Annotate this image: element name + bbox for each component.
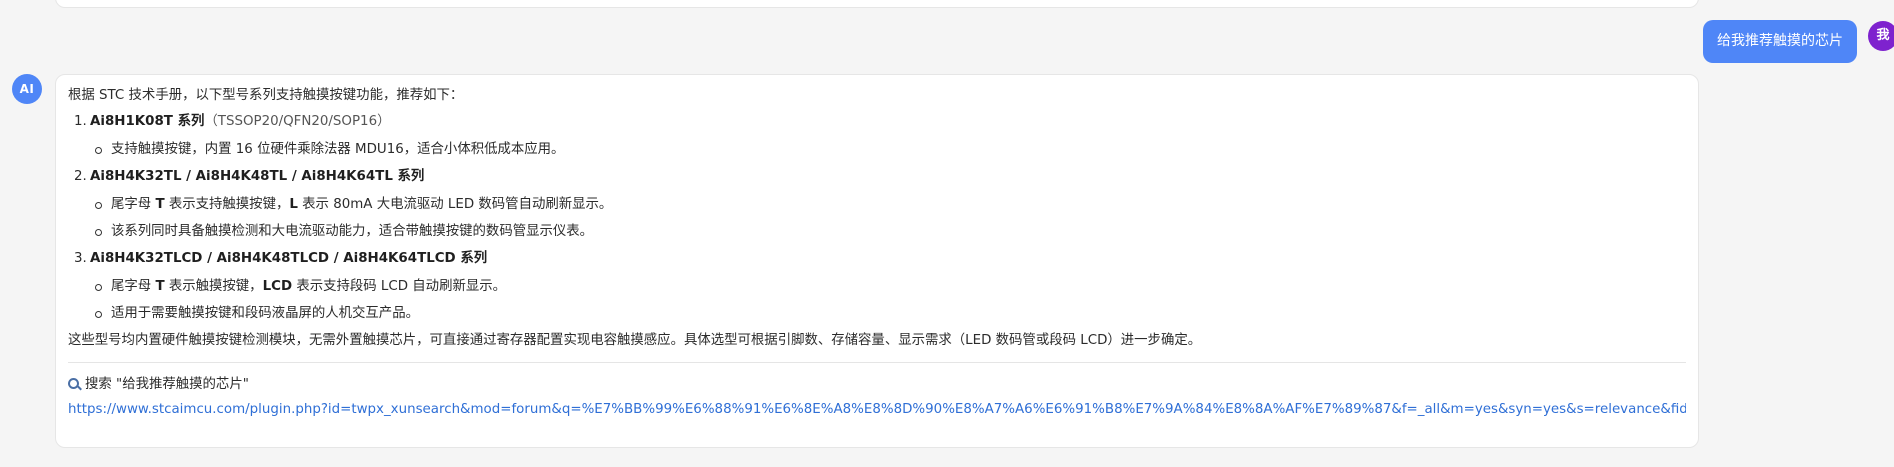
list-number: 2. (74, 169, 87, 184)
bullet-text: 尾字母 (111, 279, 156, 294)
divider (68, 362, 1686, 363)
bullet-bold: L (289, 197, 298, 212)
item-suffix: （TSSOP20/QFN20/SOP16） (204, 114, 391, 129)
bullet-item: 支持触摸按键，内置 16 位硬件乘除法器 MDU16，适合小体积低成本应用。 (68, 140, 1686, 159)
ai-avatar: AI (12, 74, 42, 104)
user-message-bubble: 给我推荐触摸的芯片 (1703, 20, 1857, 63)
bullet-item: 尾字母 T 表示支持触摸按键，L 表示 80mA 大电流驱动 LED 数码管自动… (68, 195, 1686, 214)
bullet-text: 支持触摸按键，内置 16 位硬件乘除法器 MDU16，适合小体积低成本应用。 (111, 142, 565, 157)
bullet-item: 该系列同时具备触摸检测和大电流驱动能力，适合带触摸按键的数码管显示仪表。 (68, 222, 1686, 241)
item-title: Ai8H4K32TLCD / Ai8H4K48TLCD / Ai8H4K64TL… (90, 251, 488, 266)
list-item-3: 3. Ai8H4K32TLCD / Ai8H4K48TLCD / Ai8H4K6… (68, 249, 1686, 268)
bullet-text: 适用于需要触摸按键和段码液晶屏的人机交互产品。 (111, 306, 419, 321)
user-avatar: 我 (1868, 21, 1894, 51)
search-result-link[interactable]: https://www.stcaimcu.com/plugin.php?id=t… (68, 400, 1686, 419)
bullet-text: 表示支持触摸按键， (164, 197, 290, 212)
item-title: Ai8H1K08T 系列 (90, 114, 205, 129)
search-icon (68, 378, 79, 389)
list-item-2: 2. Ai8H4K32TL / Ai8H4K48TL / Ai8H4K64TL … (68, 167, 1686, 186)
bullet-text: 尾字母 (111, 197, 156, 212)
bullet-item: 适用于需要触摸按键和段码液晶屏的人机交互产品。 (68, 304, 1686, 323)
item-title: Ai8H4K32TL / Ai8H4K48TL / Ai8H4K64TL 系列 (90, 169, 425, 184)
search-label-text: 搜索 "给我推荐触摸的芯片" (85, 377, 249, 392)
bullet-bold: T (155, 279, 165, 294)
bullet-text: 表示支持段码 LCD 自动刷新显示。 (292, 279, 507, 294)
bullet-bold: LCD (262, 279, 293, 294)
bullet-item: 尾字母 T 表示触摸按键，LCD 表示支持段码 LCD 自动刷新显示。 (68, 277, 1686, 296)
ai-message-card: 根据 STC 技术手册，以下型号系列支持触摸按键功能，推荐如下： 1. Ai8H… (55, 74, 1699, 448)
list-number: 1. (74, 114, 87, 129)
bullet-text: 表示触摸按键， (164, 279, 263, 294)
summary-text: 这些型号均内置硬件触摸按键检测模块，无需外置触摸芯片，可直接通过寄存器配置实现电… (68, 333, 1202, 348)
intro-text: 根据 STC 技术手册，以下型号系列支持触摸按键功能，推荐如下： (68, 88, 464, 103)
list-item-1: 1. Ai8H1K08T 系列（TSSOP20/QFN20/SOP16） (68, 112, 1686, 131)
bullet-text: 该系列同时具备触摸检测和大电流驱动能力，适合带触摸按键的数码管显示仪表。 (111, 224, 594, 239)
bullet-bold: T (155, 197, 165, 212)
previous-message-card (55, 0, 1699, 8)
bullet-text: 表示 80mA 大电流驱动 LED 数码管自动刷新显示。 (297, 197, 613, 212)
search-label: 搜索 "给我推荐触摸的芯片" (68, 375, 1686, 394)
list-number: 3. (74, 251, 87, 266)
